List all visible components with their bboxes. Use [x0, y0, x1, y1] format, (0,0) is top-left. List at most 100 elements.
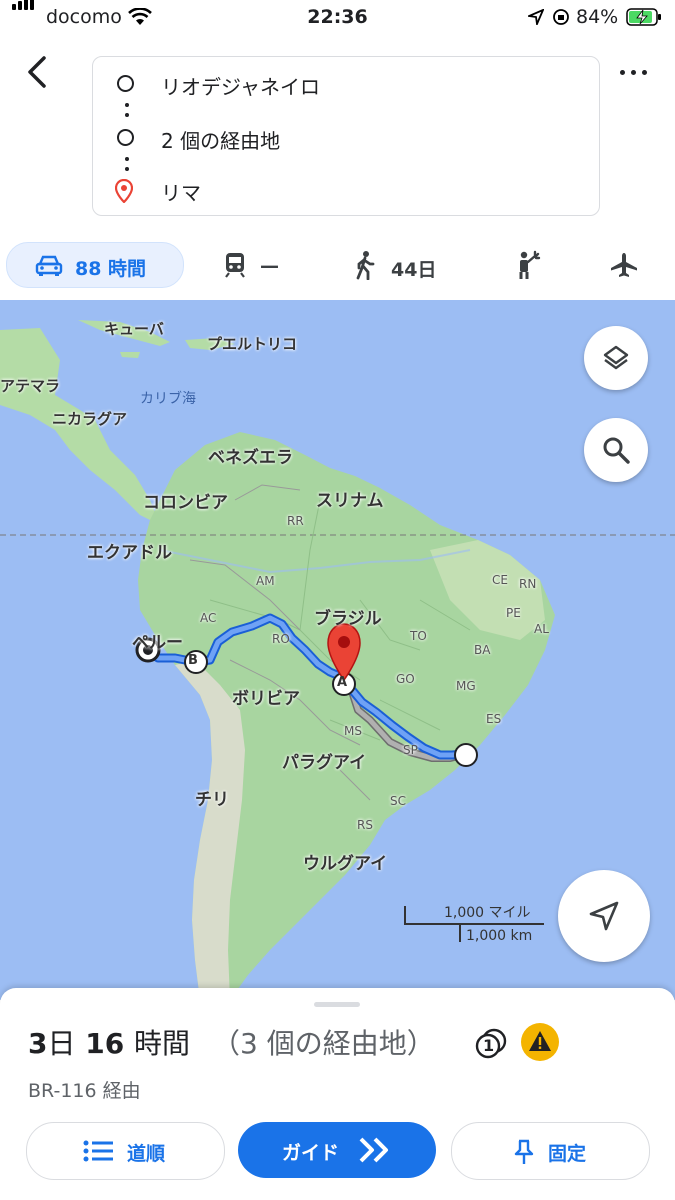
drag-handle[interactable]	[314, 1002, 360, 1007]
selected-pin-dot	[338, 636, 350, 648]
route-dots	[125, 103, 129, 107]
tab-ride[interactable]	[505, 242, 549, 286]
map-label-brazil: ブラジル	[314, 609, 382, 629]
map-label-rs: RS	[357, 818, 373, 832]
map-view[interactable]: キューバ プエルトリコ アテマラ カリブ海 ニカラグア ベネズエラ コロンビア …	[0, 300, 675, 1000]
route-summary-sheet[interactable]: 3日 16 時間 （3 個の経由地） 1 BR-116 経由 道順 ガイド 固定	[0, 988, 675, 1200]
tab-flight[interactable]	[602, 242, 646, 286]
map-label-ba: BA	[474, 643, 491, 657]
search-icon	[603, 437, 630, 464]
waypoints-note: （3 個の経由地）	[212, 1027, 435, 1060]
duration-day-unit: 日	[47, 1027, 76, 1060]
map-label-ro: RO	[272, 632, 290, 646]
map-label-es: ES	[486, 712, 502, 726]
waypoint-circle-icon	[117, 129, 134, 146]
route-via: BR-116 経由	[28, 1080, 141, 1102]
walking-icon	[356, 251, 375, 280]
origin-marker	[454, 743, 478, 767]
layers-button[interactable]	[584, 326, 648, 390]
pin-label: 固定	[548, 1143, 587, 1165]
waypoint-a-label: A	[337, 675, 348, 690]
toll-icon: 1	[474, 1026, 508, 1060]
destination-row[interactable]: リマ	[93, 169, 593, 209]
map-label-rr: RR	[287, 514, 304, 528]
tab-transit-label: —	[260, 255, 279, 277]
duration-days: 3	[28, 1027, 48, 1060]
destination-pin-icon	[115, 179, 133, 203]
double-chevron-icon	[359, 1137, 388, 1163]
map-label-go: GO	[396, 672, 415, 686]
map-label-am: AM	[256, 574, 275, 588]
map-label-sc: SC	[390, 794, 406, 808]
origin-circle-icon	[117, 75, 134, 92]
navigation-arrow-icon	[589, 901, 619, 931]
map-label-colombia: コロンビア	[143, 493, 228, 513]
map-label-venezuela: ベネズエラ	[208, 448, 293, 468]
waypoint-b-label: B	[188, 653, 198, 668]
more-options-icon[interactable]	[620, 70, 650, 78]
tab-drive[interactable]: 88 時間	[6, 242, 184, 288]
toll-count: 1	[483, 1036, 495, 1055]
map-label-ms: MS	[344, 724, 362, 738]
trip-duration: 3日 16 時間	[28, 1022, 190, 1062]
tab-walk-label: 44日	[391, 259, 437, 281]
back-arrow-icon[interactable]	[20, 54, 54, 94]
map-label-to: TO	[410, 629, 427, 643]
map-label-suriname: スリナム	[316, 491, 384, 511]
steps-label: 道順	[127, 1143, 166, 1165]
map-label-peru: ペルー	[132, 633, 183, 653]
origin-row[interactable]: リオデジャネイロ	[93, 63, 593, 103]
status-bar: docomo 22:36 84%	[0, 0, 675, 36]
map-label-nicaragua: ニカラグア	[52, 410, 128, 428]
hail-ride-icon	[519, 250, 541, 279]
destination-label: リマ	[161, 181, 201, 205]
guide-label: ガイド	[282, 1142, 340, 1164]
search-button[interactable]	[584, 418, 648, 482]
duration-hours: 16	[85, 1027, 125, 1060]
map-label-bolivia: ボリビア	[232, 689, 300, 709]
waypoints-row[interactable]: 2 個の経由地	[93, 117, 593, 157]
tab-drive-label: 88 時間	[75, 258, 147, 280]
route-dot	[125, 157, 129, 161]
pushpin-icon	[514, 1139, 534, 1164]
map-label-sp: SP	[403, 743, 418, 757]
map-label-pe: PE	[506, 606, 521, 620]
battery-icon	[626, 8, 661, 26]
origin-label: リオデジャネイロ	[161, 75, 320, 99]
map-label-uruguay: ウルグアイ	[303, 854, 388, 874]
map-label-puertorico: プエルトリコ	[207, 335, 298, 353]
tab-walk[interactable]: 44日	[345, 242, 455, 286]
map-label-paraguay: パラグアイ	[282, 753, 367, 773]
pin-button[interactable]: 固定	[451, 1122, 650, 1180]
airplane-icon	[611, 253, 637, 277]
scale-miles: 1,000 マイル	[444, 905, 531, 921]
waypoints-label: 2 個の経由地	[161, 129, 281, 153]
map-label-guatemala: アテマラ	[0, 377, 61, 395]
guide-button[interactable]: ガイド	[238, 1122, 436, 1178]
jamaica-land	[120, 352, 140, 358]
steps-button[interactable]: 道順	[26, 1122, 225, 1180]
map-label-caribbean: カリブ海	[140, 391, 196, 407]
map-label-ce: CE	[492, 573, 508, 587]
tab-transit[interactable]: —	[212, 242, 302, 286]
map-scale: 1,000 マイル 1,000 km	[404, 904, 549, 944]
travel-mode-tabs: 88 時間 — 44日	[0, 240, 675, 290]
recenter-button[interactable]	[558, 870, 650, 962]
car-icon	[35, 255, 63, 276]
map-label-ac: AC	[200, 611, 217, 625]
map-label-mg: MG	[456, 679, 476, 693]
orientation-lock-icon	[553, 9, 569, 25]
train-icon	[225, 253, 245, 278]
warning-icon[interactable]	[520, 1022, 560, 1062]
layers-icon	[603, 345, 629, 370]
duration-hour-unit: 時間	[133, 1027, 190, 1060]
map-label-chile: チリ	[195, 790, 229, 810]
map-label-al: AL	[534, 622, 549, 636]
list-icon	[83, 1140, 113, 1162]
map-label-rn: RN	[519, 577, 537, 591]
scale-km: 1,000 km	[466, 928, 533, 944]
map-label-cuba: キューバ	[104, 320, 164, 338]
location-arrow-icon	[528, 9, 544, 25]
clock: 22:36	[307, 6, 368, 28]
battery-percent: 84%	[576, 6, 619, 28]
